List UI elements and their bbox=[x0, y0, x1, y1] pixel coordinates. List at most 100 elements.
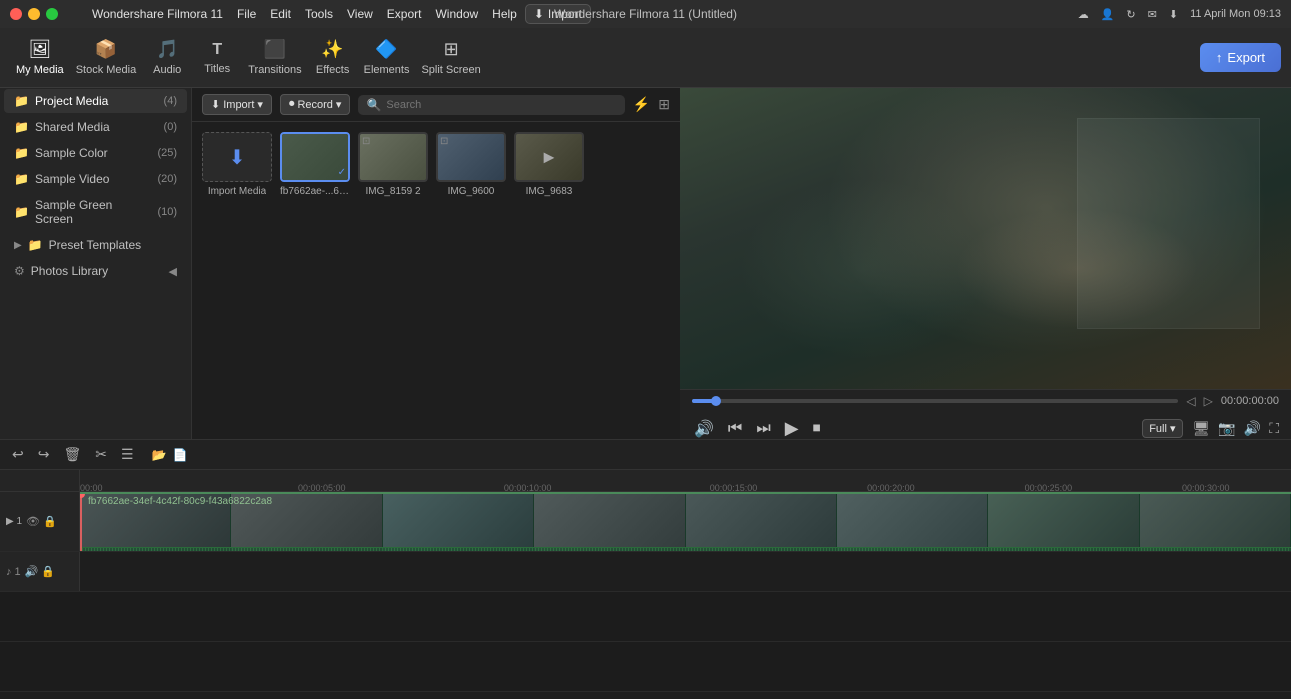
menu-filmora[interactable]: Wondershare Filmora 11 bbox=[92, 7, 223, 21]
delete-button[interactable]: 🗑 bbox=[59, 444, 85, 465]
tab-transitions[interactable]: ⬛ Transitions bbox=[242, 35, 307, 80]
stop-button[interactable]: ⏹ bbox=[811, 418, 823, 440]
mail-icon[interactable]: ✉ bbox=[1148, 8, 1157, 21]
list-item[interactable]: ⬇ Import Media bbox=[202, 132, 272, 197]
titles-icon: T bbox=[212, 41, 222, 59]
menu-file[interactable]: File bbox=[237, 7, 256, 21]
tab-my-media[interactable]: 🖼 My Media bbox=[10, 35, 70, 80]
import-dropdown-icon: ⬇ bbox=[211, 98, 220, 111]
snapshot-icon[interactable]: 📷 bbox=[1218, 420, 1235, 437]
redo-button[interactable]: ↪ bbox=[34, 444, 54, 465]
record-button[interactable]: ⏺ Record ▾ bbox=[280, 94, 351, 115]
record-chevron-icon: ▾ bbox=[336, 98, 342, 111]
tab-audio[interactable]: 🎵 Audio bbox=[142, 35, 192, 80]
import-chevron-icon: ▾ bbox=[257, 98, 263, 111]
cloud-icon[interactable]: ☁ bbox=[1078, 8, 1089, 21]
audio-label: Audio bbox=[153, 64, 181, 76]
step-back-button[interactable]: ⏮ bbox=[726, 418, 744, 440]
tab-stock-media[interactable]: 📦 Stock Media bbox=[70, 35, 143, 80]
frame-advance-button[interactable]: ⏭ bbox=[754, 418, 772, 440]
minimize-button[interactable] bbox=[28, 8, 40, 20]
eye-icon[interactable]: 👁 bbox=[26, 515, 40, 528]
menu-tools[interactable]: Tools bbox=[305, 7, 333, 21]
search-bar[interactable]: 🔍 bbox=[358, 95, 624, 115]
quality-selector[interactable]: Full ▾ bbox=[1142, 419, 1182, 438]
tab-split-screen[interactable]: ⊞ Split Screen bbox=[415, 35, 486, 80]
sidebar-item-sample-video[interactable]: 📁 Sample Video (20) bbox=[4, 167, 187, 191]
fullscreen-button[interactable] bbox=[46, 8, 58, 20]
preview-video bbox=[680, 88, 1291, 389]
audio-mixer-icon[interactable]: 🔊 bbox=[1244, 420, 1261, 437]
video-clip[interactable]: fb7662ae-34ef-4c42f-80c9-f43a6822c2a8 bbox=[80, 492, 1291, 551]
folder-icon-green: 📁 bbox=[14, 205, 29, 219]
sidebar-item-sample-color[interactable]: 📁 Sample Color (25) bbox=[4, 141, 187, 165]
sidebar-item-photos-library[interactable]: ⚙ Photos Library ◀ bbox=[4, 259, 187, 283]
cut-button[interactable]: ✂ bbox=[91, 444, 111, 465]
media-thumb-img9600[interactable]: ⊡ bbox=[436, 132, 506, 182]
in-point-icon[interactable]: ◁ bbox=[1186, 394, 1195, 408]
video-track-number: ▶ 1 bbox=[6, 516, 22, 527]
empty-track-1 bbox=[0, 592, 1291, 642]
out-point-icon[interactable]: ▷ bbox=[1204, 394, 1213, 408]
timeline-playhead[interactable] bbox=[711, 396, 721, 406]
record-icon: ⏺ bbox=[289, 98, 295, 111]
video-track-content: fb7662ae-34ef-4c42f-80c9-f43a6822c2a8 bbox=[80, 492, 1291, 551]
timeline-scrubber[interactable] bbox=[692, 399, 1178, 403]
elements-icon: 🔷 bbox=[375, 39, 397, 60]
export-button[interactable]: ↑ Export bbox=[1200, 43, 1281, 72]
undo-button[interactable]: ↩ bbox=[8, 444, 28, 465]
menu-help[interactable]: Help bbox=[492, 7, 517, 21]
media-thumb-img8159[interactable]: ⊡ bbox=[358, 132, 428, 182]
clip-thumb-4 bbox=[534, 494, 685, 551]
list-item[interactable]: ⊡ IMG_9600 bbox=[436, 132, 506, 197]
audio-track-row: ♪ 1 🔊 🔒 bbox=[0, 552, 1291, 592]
menu-export[interactable]: Export bbox=[387, 7, 422, 21]
main-content: 📁 Project Media (4) 📁 Shared Media (0) 📁… bbox=[0, 88, 1291, 471]
list-item[interactable]: ✓ fb7662ae-...6822c2a8 bbox=[280, 132, 350, 197]
tab-elements[interactable]: 🔷 Elements bbox=[358, 35, 416, 80]
record-label: Record bbox=[297, 99, 332, 111]
sidebar-item-shared-media[interactable]: 📁 Shared Media (0) bbox=[4, 115, 187, 139]
audio-track-icons: 🔊 🔒 bbox=[25, 565, 55, 578]
add-track-icon[interactable]: 📂 bbox=[152, 448, 167, 462]
folder-icon-preset: 📁 bbox=[28, 238, 43, 252]
quality-chevron-icon: ▾ bbox=[1170, 423, 1176, 435]
lock-icon[interactable]: 🔒 bbox=[43, 515, 57, 528]
filter-icon[interactable]: ⚡ bbox=[633, 96, 650, 113]
sample-green-label: Sample Green Screen bbox=[35, 198, 151, 226]
media-thumb-img9683[interactable]: ▶ bbox=[514, 132, 584, 182]
checkmark-icon: ✓ bbox=[338, 167, 346, 178]
fullscreen-preview-icon[interactable]: ⛶ bbox=[1269, 420, 1279, 437]
list-item[interactable]: ▶ IMG_9683 bbox=[514, 132, 584, 197]
tab-effects[interactable]: ✨ Effects bbox=[308, 35, 358, 80]
menu-edit[interactable]: Edit bbox=[270, 7, 291, 21]
preview-screen-icon[interactable]: 🖥 bbox=[1193, 420, 1211, 437]
sync-icon[interactable]: ↻ bbox=[1126, 8, 1135, 21]
add-audio-icon[interactable]: 📄 bbox=[173, 448, 188, 462]
image-icon-2: ⊡ bbox=[440, 136, 448, 147]
title-bar-right: ☁ 👤 ↻ ✉ ⬇ 11 April Mon 09:13 bbox=[1078, 8, 1281, 21]
audio-eye-icon[interactable]: 🔊 bbox=[25, 565, 39, 578]
sidebar-item-preset-templates[interactable]: ▶ 📁 Preset Templates bbox=[4, 233, 187, 257]
volume-icon[interactable]: 🔊 bbox=[692, 417, 716, 441]
audio-lock-icon[interactable]: 🔒 bbox=[41, 565, 55, 578]
sidebar-item-project-media[interactable]: 📁 Project Media (4) bbox=[4, 89, 187, 113]
download-icon[interactable]: ⬇ bbox=[1169, 8, 1178, 21]
title-bar: Wondershare Filmora 11 File Edit Tools V… bbox=[0, 0, 1291, 28]
more-button[interactable]: ☰ bbox=[117, 444, 138, 465]
grid-view-icon[interactable]: ⊞ bbox=[658, 96, 670, 113]
menu-window[interactable]: Window bbox=[435, 7, 478, 21]
search-input[interactable] bbox=[386, 99, 616, 111]
user-icon[interactable]: 👤 bbox=[1101, 8, 1115, 21]
list-item[interactable]: ⊡ IMG_8159 2 bbox=[358, 132, 428, 197]
media-area: ⬇ Import ▾ ⏺ Record ▾ 🔍 ⚡ ⊞ ⬇ Impor bbox=[192, 88, 680, 471]
tab-titles[interactable]: T Titles bbox=[192, 37, 242, 79]
menu-view[interactable]: View bbox=[347, 7, 373, 21]
play-button[interactable]: ▶ bbox=[783, 416, 801, 441]
audio-wave-pattern bbox=[80, 548, 1291, 551]
sidebar-item-sample-green[interactable]: 📁 Sample Green Screen (10) bbox=[4, 193, 187, 231]
import-media-thumb[interactable]: ⬇ bbox=[202, 132, 272, 182]
close-button[interactable] bbox=[10, 8, 22, 20]
media-thumb-video[interactable]: ✓ bbox=[280, 132, 350, 182]
import-button[interactable]: ⬇ Import ▾ bbox=[202, 94, 272, 115]
